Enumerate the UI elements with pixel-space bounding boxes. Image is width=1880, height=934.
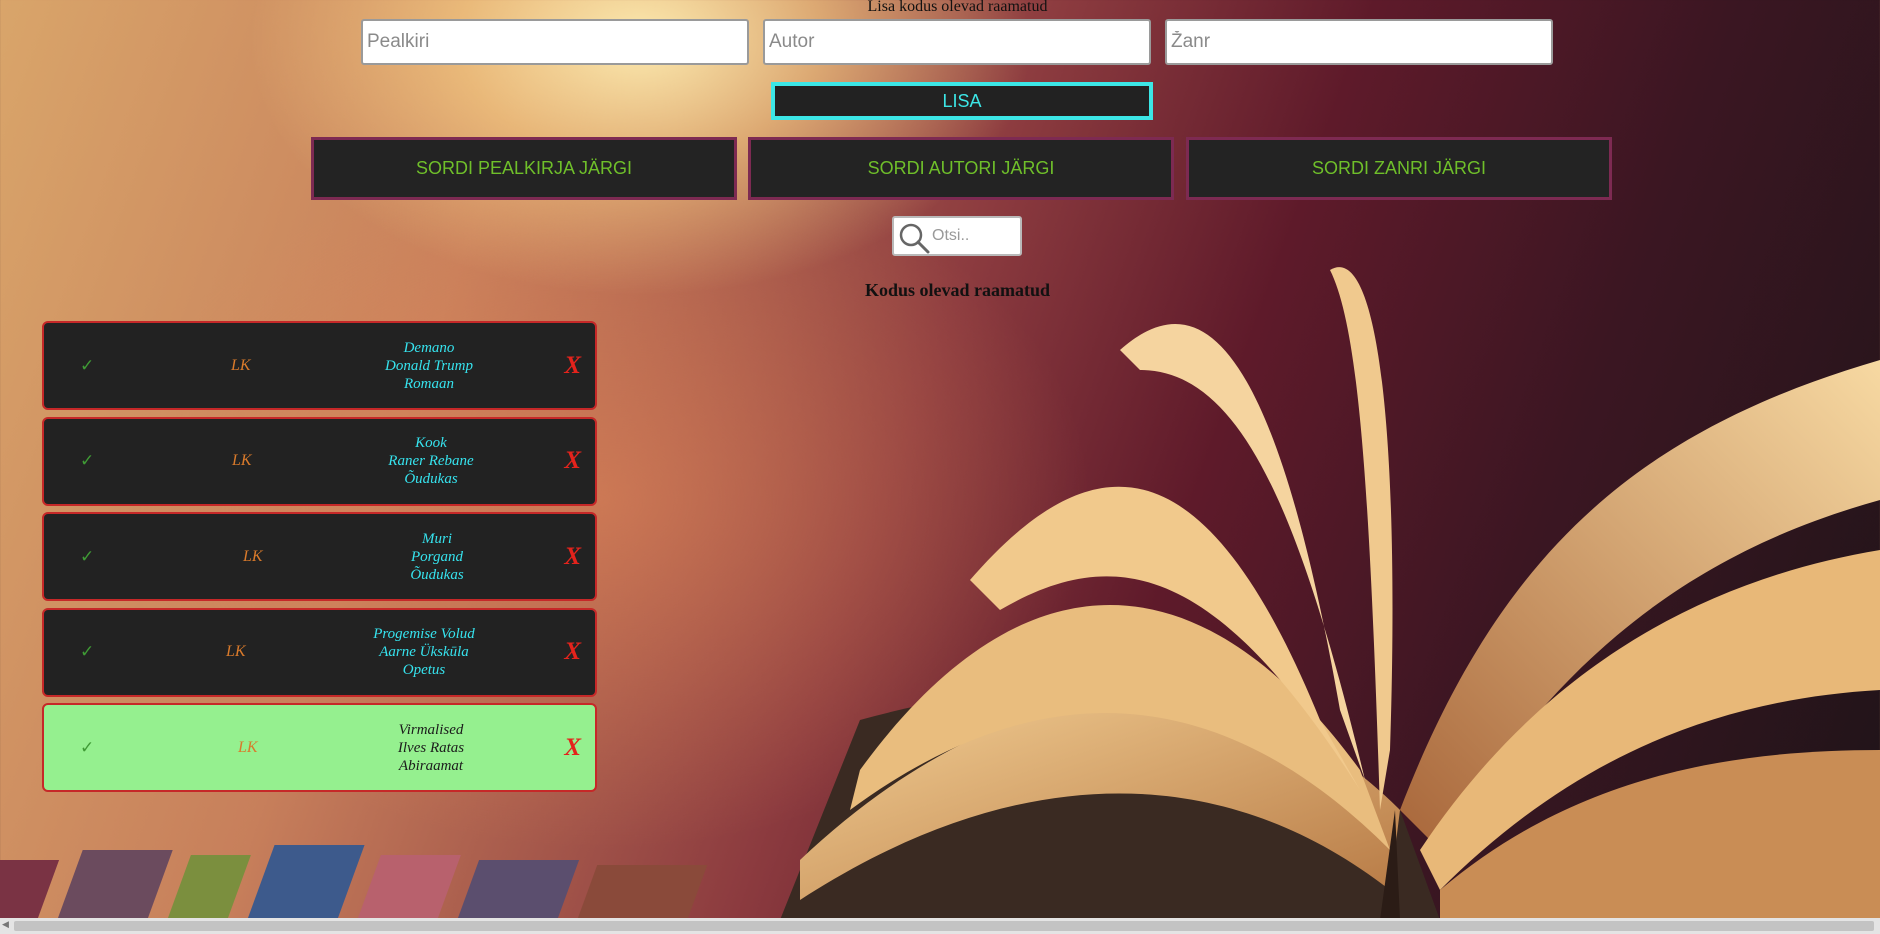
genre-input[interactable] — [1165, 19, 1553, 65]
sort-by-genre-button[interactable]: SORDI ZANRI JÄRGI — [1186, 137, 1612, 200]
search-icon — [899, 223, 930, 254]
shelf-books-illustration — [0, 845, 708, 920]
book-row: ✓ LK Demano Donald Trump Romaan X — [42, 321, 597, 410]
book-title: Kook — [415, 435, 447, 451]
book-author: Donald Trump — [385, 357, 473, 374]
lk-label[interactable]: LK — [232, 419, 252, 504]
book-genre: Abiraamat — [398, 757, 464, 774]
add-button[interactable]: LISA — [771, 82, 1153, 120]
book-title: Demano — [403, 339, 455, 356]
scroll-left-icon[interactable]: ◀ — [2, 920, 9, 930]
book-title: Progemise Volud — [373, 626, 475, 642]
title-input[interactable] — [361, 19, 749, 65]
delete-button[interactable]: X — [564, 705, 581, 790]
book-genre: Õudukas — [404, 471, 458, 487]
book-title: Virmalised — [398, 721, 464, 738]
horizontal-scrollbar[interactable]: ◀ — [0, 918, 1880, 934]
book-info: Virmalised Ilves Ratas Abiraamat — [336, 705, 526, 790]
book-list-heading: Kodus olevad raamatud — [864, 280, 1051, 300]
book-author: Aarne Ükskūla — [379, 644, 469, 660]
sort-by-title-button[interactable]: SORDI PEALKIRJA JÄRGI — [311, 137, 737, 200]
mark-read-checkmark[interactable]: ✓ — [80, 705, 94, 790]
scrollbar-thumb[interactable] — [14, 921, 1874, 931]
lk-label[interactable]: LK — [231, 323, 251, 408]
mark-read-checkmark[interactable]: ✓ — [80, 419, 94, 504]
delete-button[interactable]: X — [564, 419, 581, 504]
delete-button[interactable]: X — [564, 323, 581, 408]
search-box[interactable] — [892, 216, 1022, 256]
book-title: Muri — [422, 530, 452, 547]
lk-label[interactable]: LK — [238, 705, 258, 790]
open-book-illustration — [780, 267, 1880, 920]
mark-read-checkmark[interactable]: ✓ — [80, 323, 94, 408]
book-row-read: ✓ LK Virmalised Ilves Ratas Abiraamat X — [42, 703, 597, 792]
book-genre: Romaan — [404, 375, 454, 392]
sort-by-author-button[interactable]: SORDI AUTORI JÄRGI — [748, 137, 1174, 200]
add-books-heading: Lisa kodus olevad raamatud — [867, 0, 1048, 15]
book-author: Porgand — [411, 548, 463, 565]
delete-button[interactable]: X — [564, 610, 581, 695]
delete-button[interactable]: X — [564, 514, 581, 599]
mark-read-checkmark[interactable]: ✓ — [80, 610, 94, 695]
book-info: Demano Donald Trump Romaan — [334, 323, 524, 408]
book-info: Muri Porgand Õudukas — [342, 514, 532, 599]
mark-read-checkmark[interactable]: ✓ — [80, 514, 94, 599]
book-row: ✓ LK Kook Raner Rebane Õudukas X — [42, 416, 597, 506]
book-genre: Opetus — [402, 662, 446, 678]
lk-label[interactable]: LK — [226, 610, 246, 695]
search-input[interactable] — [932, 222, 1016, 250]
book-genre: Õudukas — [410, 566, 464, 583]
book-row: ✓ LK Muri Porgand Õudukas X — [42, 512, 597, 601]
author-input[interactable] — [763, 19, 1151, 65]
book-list: ✓ LK Demano Donald Trump Romaan X ✓ LK K… — [42, 321, 597, 799]
book-info: Progemise Volud Aarne Ükskūla Opetus — [329, 610, 519, 695]
book-row: ✓ LK Progemise Volud Aarne Ükskūla Opetu… — [42, 607, 597, 697]
lk-label[interactable]: LK — [243, 514, 263, 599]
book-author: Ilves Ratas — [397, 739, 465, 756]
book-info: Kook Raner Rebane Õudukas — [336, 419, 526, 504]
book-author: Raner Rebane — [388, 453, 474, 469]
